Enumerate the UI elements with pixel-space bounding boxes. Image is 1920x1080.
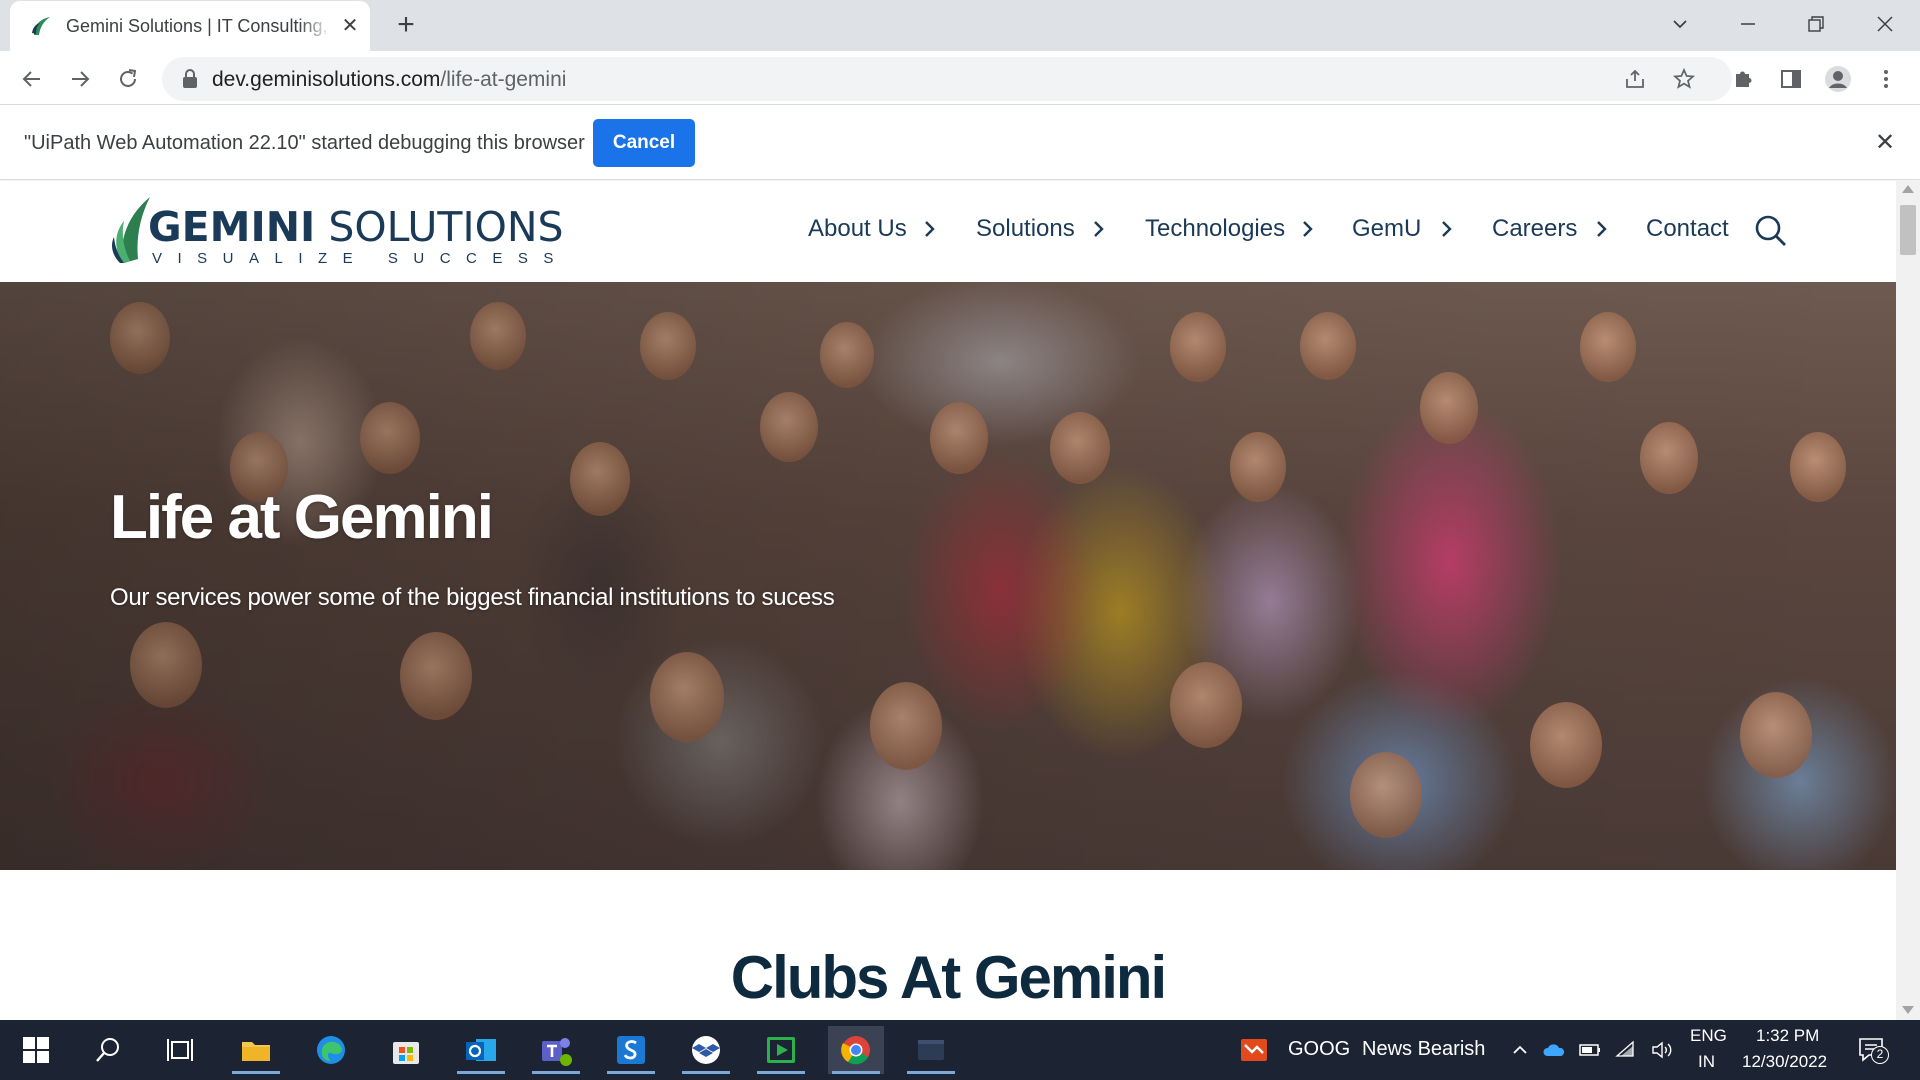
file-explorer-icon[interactable]	[228, 1026, 284, 1074]
clock-time[interactable]: 1:32 PM	[1756, 1026, 1819, 1046]
browser-menu-icon[interactable]	[1870, 63, 1902, 95]
debug-message: "UiPath Web Automation 22.10" started de…	[24, 132, 585, 154]
page-viewport: GEMINI SOLUTIONS VISUALIZE SUCCESS About…	[0, 181, 1920, 1020]
store-icon[interactable]	[378, 1026, 434, 1074]
close-window-icon[interactable]	[1865, 8, 1905, 40]
nav-gemu[interactable]: GemU	[1352, 215, 1421, 243]
back-arrow-icon[interactable]	[14, 61, 50, 97]
show-hidden-icons-chevron-icon[interactable]	[1508, 1038, 1532, 1062]
nav-technologies[interactable]: Technologies	[1145, 215, 1285, 243]
media-player-icon[interactable]	[753, 1026, 809, 1074]
skype-s-icon[interactable]	[603, 1026, 659, 1074]
side-panel-icon[interactable]	[1775, 63, 1807, 95]
windows-taskbar: GOOG News Bearish ENG IN 1:32 PM 12/30/2…	[0, 1020, 1920, 1080]
cancel-debug-button[interactable]: Cancel	[593, 119, 695, 167]
tab-close-icon[interactable]: ✕	[338, 14, 362, 38]
gemini-logo[interactable]: GEMINI SOLUTIONS VISUALIZE SUCCESS	[110, 193, 564, 269]
nav-about-us[interactable]: About Us	[808, 215, 907, 243]
scroll-down-arrow-icon[interactable]	[1902, 1006, 1914, 1014]
reload-icon[interactable]	[110, 61, 146, 97]
nav-solutions[interactable]: Solutions	[976, 215, 1075, 243]
chevron-right-icon[interactable]	[1298, 215, 1318, 243]
address-bar[interactable]: dev.geminisolutions.com/life-at-gemini	[162, 57, 1732, 101]
wifi-icon[interactable]	[1615, 1038, 1639, 1062]
clubs-heading: Clubs At Gemini	[730, 944, 1167, 1011]
stock-news-icon[interactable]	[1240, 1036, 1268, 1064]
gemini-leaf-logo-icon	[112, 197, 150, 263]
site-header: GEMINI SOLUTIONS VISUALIZE SUCCESS About…	[0, 181, 1896, 282]
edge-icon[interactable]	[303, 1026, 359, 1074]
minimize-icon[interactable]	[1728, 8, 1768, 40]
browser-tab-active[interactable]: Gemini Solutions | IT Consulting, Softwa…	[10, 1, 370, 51]
gemini-favicon-icon	[32, 17, 50, 35]
terminal-icon[interactable]	[903, 1026, 959, 1074]
task-view-icon[interactable]	[152, 1026, 208, 1074]
page-scrollbar[interactable]	[1896, 181, 1920, 1020]
outlook-icon[interactable]	[453, 1026, 509, 1074]
chevron-right-icon[interactable]	[1437, 215, 1457, 243]
logo-tagline: VISUALIZE SUCCESS	[152, 250, 569, 267]
teams-icon[interactable]	[528, 1026, 584, 1074]
hero-subtitle: Our services power some of the biggest f…	[110, 584, 835, 611]
chevron-right-icon[interactable]	[920, 215, 940, 243]
news-ticker[interactable]: GOOG	[1288, 1038, 1350, 1061]
close-infobar-icon[interactable]: ✕	[1870, 128, 1900, 158]
start-icon[interactable]	[8, 1026, 64, 1074]
language-indicator-bottom[interactable]: IN	[1698, 1052, 1715, 1072]
new-tab-button[interactable]: +	[390, 10, 422, 42]
hero-banner: Life at Gemini Our services power some o…	[0, 282, 1896, 870]
forward-arrow-icon[interactable]	[62, 61, 98, 97]
notification-count-badge: 2	[1871, 1046, 1889, 1064]
debugging-infobar: "UiPath Web Automation 22.10" started de…	[0, 106, 1920, 180]
volume-icon[interactable]	[1650, 1038, 1674, 1062]
chevron-right-icon[interactable]	[1089, 215, 1109, 243]
tab-search-chevron-icon[interactable]	[1660, 8, 1700, 40]
logo-wordmark: GEMINI SOLUTIONS	[148, 203, 564, 251]
battery-icon[interactable]	[1578, 1038, 1602, 1062]
scroll-up-arrow-icon[interactable]	[1902, 185, 1914, 193]
nav-careers[interactable]: Careers	[1492, 215, 1577, 243]
chevron-right-icon[interactable]	[1592, 215, 1612, 243]
language-indicator-top[interactable]: ENG	[1690, 1026, 1727, 1046]
share-icon[interactable]	[1621, 65, 1649, 93]
profile-avatar-icon[interactable]	[1822, 63, 1854, 95]
tab-title: Gemini Solutions | IT Consulting, Softwa…	[66, 16, 331, 36]
onedrive-cloud-icon[interactable]	[1542, 1038, 1566, 1062]
hero-overlay	[0, 282, 1896, 870]
url-text: dev.geminisolutions.com/life-at-gemini	[212, 68, 567, 91]
news-sentiment[interactable]: News Bearish	[1362, 1038, 1485, 1061]
search-icon[interactable]	[1754, 214, 1788, 248]
lock-icon	[183, 69, 197, 88]
restore-icon[interactable]	[1796, 8, 1836, 40]
bookmark-star-icon[interactable]	[1670, 65, 1698, 93]
browser-toolbar: dev.geminisolutions.com/life-at-gemini	[0, 51, 1920, 105]
dropbox-icon[interactable]	[678, 1026, 734, 1074]
hero-title: Life at Gemini	[110, 483, 494, 552]
notification-center-icon[interactable]: 2	[1857, 1036, 1891, 1066]
nav-contact[interactable]: Contact	[1646, 215, 1729, 243]
clock-date[interactable]: 12/30/2022	[1742, 1052, 1827, 1072]
chrome-icon[interactable]	[828, 1026, 884, 1074]
search-icon[interactable]	[80, 1026, 136, 1074]
browser-tab-strip: Gemini Solutions | IT Consulting, Softwa…	[0, 0, 1920, 51]
scroll-thumb[interactable]	[1900, 205, 1916, 255]
extensions-puzzle-icon[interactable]	[1727, 63, 1759, 95]
